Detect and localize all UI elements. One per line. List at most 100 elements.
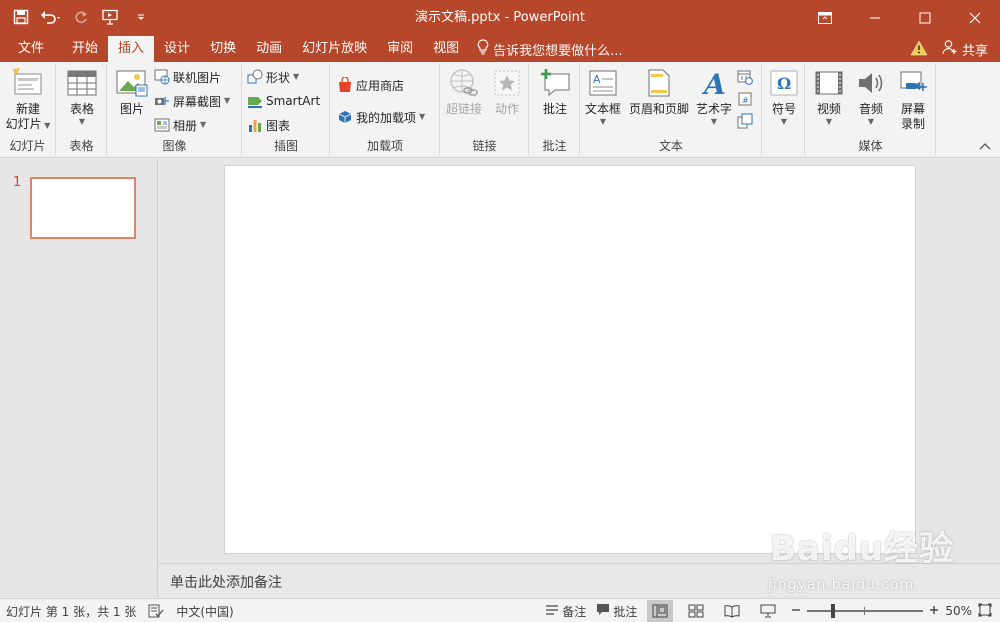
fit-to-window-icon[interactable] bbox=[978, 603, 992, 620]
store-button[interactable]: 应用商店 bbox=[337, 74, 404, 96]
notes-toggle-button[interactable]: 备注 bbox=[545, 599, 586, 622]
spelling-check-icon[interactable] bbox=[148, 599, 164, 622]
pictures-button[interactable]: 图片 bbox=[112, 66, 152, 117]
share-button[interactable]: 共享 bbox=[936, 38, 994, 60]
tab-home[interactable]: 开始 bbox=[62, 36, 108, 62]
svg-text:#: # bbox=[742, 96, 749, 105]
symbol-button[interactable]: Ω 符号 ▼ bbox=[765, 66, 803, 127]
vertical-scrollbar[interactable] bbox=[986, 159, 1000, 562]
chart-label: 图表 bbox=[266, 118, 291, 133]
save-icon[interactable] bbox=[8, 4, 34, 30]
zoom-in-icon[interactable] bbox=[929, 604, 939, 618]
online-pictures-button[interactable]: 联机图片 bbox=[154, 66, 221, 88]
slide-show-view-icon[interactable] bbox=[755, 600, 781, 622]
table-button[interactable]: 表格 ▼ bbox=[61, 66, 103, 127]
status-bar-left: 幻灯片 第 1 张，共 1 张 中文(中国) bbox=[6, 599, 234, 622]
zoom-percent[interactable]: 50% bbox=[945, 604, 972, 618]
collapse-ribbon-icon[interactable] bbox=[978, 139, 992, 153]
dropdown-caret-icon: ▼ bbox=[825, 117, 833, 126]
screen-recording-button[interactable]: 屏幕 录制 bbox=[892, 66, 934, 132]
photo-album-icon bbox=[154, 117, 170, 133]
new-slide-label-1: 新建 bbox=[15, 102, 40, 116]
slide-editing-area bbox=[159, 159, 1000, 562]
normal-view-icon[interactable] bbox=[647, 600, 674, 622]
ribbon-display-options-icon[interactable] bbox=[800, 0, 850, 36]
tab-insert[interactable]: 插入 bbox=[108, 36, 155, 62]
comments-toggle-button[interactable]: 批注 bbox=[596, 599, 637, 622]
my-addins-label: 我的加载项 bbox=[356, 110, 417, 125]
customize-qat-icon[interactable] bbox=[128, 4, 154, 30]
zoom-out-icon[interactable] bbox=[791, 604, 801, 618]
slide-thumbnail[interactable] bbox=[30, 177, 136, 239]
date-time-button[interactable] bbox=[737, 66, 753, 88]
tab-slide-show[interactable]: 幻灯片放映 bbox=[292, 36, 377, 62]
photo-album-button[interactable]: 相册 ▼ bbox=[154, 114, 206, 136]
video-button[interactable]: 视频 ▼ bbox=[808, 66, 850, 127]
hyperlink-button[interactable]: 超链接 bbox=[443, 66, 485, 117]
tab-animations[interactable]: 动画 bbox=[246, 36, 292, 62]
tab-design[interactable]: 设计 bbox=[154, 36, 200, 62]
speaker-icon bbox=[854, 66, 888, 100]
smartart-label: SmartArt bbox=[266, 94, 321, 108]
group-label-illustrations: 插图 bbox=[273, 139, 298, 153]
audio-button[interactable]: 音频 ▼ bbox=[850, 66, 892, 127]
comment-button[interactable]: 批注 bbox=[534, 66, 576, 117]
notes-pane[interactable]: 单击此处添加备注 bbox=[159, 563, 1000, 597]
chart-button[interactable]: 图表 bbox=[247, 114, 290, 136]
warning-icon[interactable] bbox=[910, 39, 928, 59]
close-icon[interactable] bbox=[950, 0, 1000, 36]
tab-file[interactable]: 文件 bbox=[0, 36, 62, 62]
language-status[interactable]: 中文(中国) bbox=[176, 603, 233, 620]
minimize-icon[interactable] bbox=[850, 0, 900, 36]
new-slide-label-2: 幻灯片 ▼ bbox=[2, 117, 54, 132]
screenshot-button[interactable]: 屏幕截图 ▼ bbox=[154, 90, 230, 112]
zoom-control: 50% bbox=[791, 603, 992, 620]
tab-transitions[interactable]: 切换 bbox=[200, 36, 246, 62]
table-icon bbox=[65, 66, 99, 100]
tab-bar-right: 共享 bbox=[910, 36, 994, 62]
shapes-button[interactable]: 形状 ▼ bbox=[247, 66, 299, 88]
slide-sorter-view-icon[interactable] bbox=[683, 600, 709, 622]
tab-review[interactable]: 审阅 bbox=[377, 36, 423, 62]
group-label-addins: 加载项 bbox=[366, 139, 403, 153]
dropdown-caret-icon: ▼ bbox=[710, 117, 718, 126]
comment-label: 批注 bbox=[542, 102, 567, 116]
wordart-button[interactable]: A 艺术字 ▼ bbox=[693, 66, 735, 127]
zoom-slider[interactable] bbox=[807, 604, 924, 618]
zoom-slider-thumb[interactable] bbox=[831, 604, 836, 618]
lightbulb-icon bbox=[477, 39, 489, 59]
header-footer-label: 页眉和页脚 bbox=[628, 102, 689, 116]
slide-number-button[interactable]: # bbox=[737, 88, 753, 110]
online-pictures-label: 联机图片 bbox=[173, 70, 222, 85]
present-from-beginning-icon[interactable] bbox=[98, 4, 124, 30]
object-button[interactable] bbox=[737, 110, 753, 132]
ribbon-tabs: 文件 开始 插入 设计 切换 动画 幻灯片放映 审阅 视图 告诉我您想要做什么.… bbox=[0, 36, 623, 62]
tell-me-search[interactable]: 告诉我您想要做什么... bbox=[469, 36, 623, 62]
film-icon bbox=[812, 66, 846, 100]
action-star-icon bbox=[490, 66, 524, 100]
dropdown-caret-icon: ▼ bbox=[419, 112, 426, 121]
maximize-icon[interactable] bbox=[900, 0, 950, 36]
svg-text:A: A bbox=[701, 68, 726, 98]
new-slide-button[interactable]: 新建 幻灯片 ▼ bbox=[2, 66, 54, 132]
action-button[interactable]: 动作 bbox=[487, 66, 527, 117]
omega-icon: Ω bbox=[767, 66, 801, 100]
slide-canvas[interactable] bbox=[224, 165, 916, 554]
my-addins-button[interactable]: 我的加载项 ▼ bbox=[337, 106, 425, 128]
smartart-button[interactable]: SmartArt bbox=[247, 90, 320, 112]
textbox-button[interactable]: A 文本框 ▼ bbox=[581, 66, 625, 127]
reading-view-icon[interactable] bbox=[719, 600, 745, 622]
tab-view[interactable]: 视图 bbox=[423, 36, 469, 62]
tell-me-text: 告诉我您想要做什么... bbox=[493, 43, 623, 59]
notes-toggle-label: 备注 bbox=[562, 604, 587, 619]
dropdown-caret-icon: ▼ bbox=[867, 117, 875, 126]
quick-access-toolbar bbox=[8, 4, 154, 30]
notes-icon bbox=[545, 604, 559, 619]
slide-thumbnail-pane: 1 bbox=[0, 159, 158, 597]
undo-icon[interactable] bbox=[38, 4, 64, 30]
store-icon bbox=[337, 77, 353, 93]
store-label: 应用商店 bbox=[356, 78, 405, 93]
redo-icon[interactable] bbox=[68, 4, 94, 30]
new-slide-icon bbox=[11, 66, 45, 100]
header-footer-button[interactable]: 页眉和页脚 bbox=[625, 66, 693, 117]
